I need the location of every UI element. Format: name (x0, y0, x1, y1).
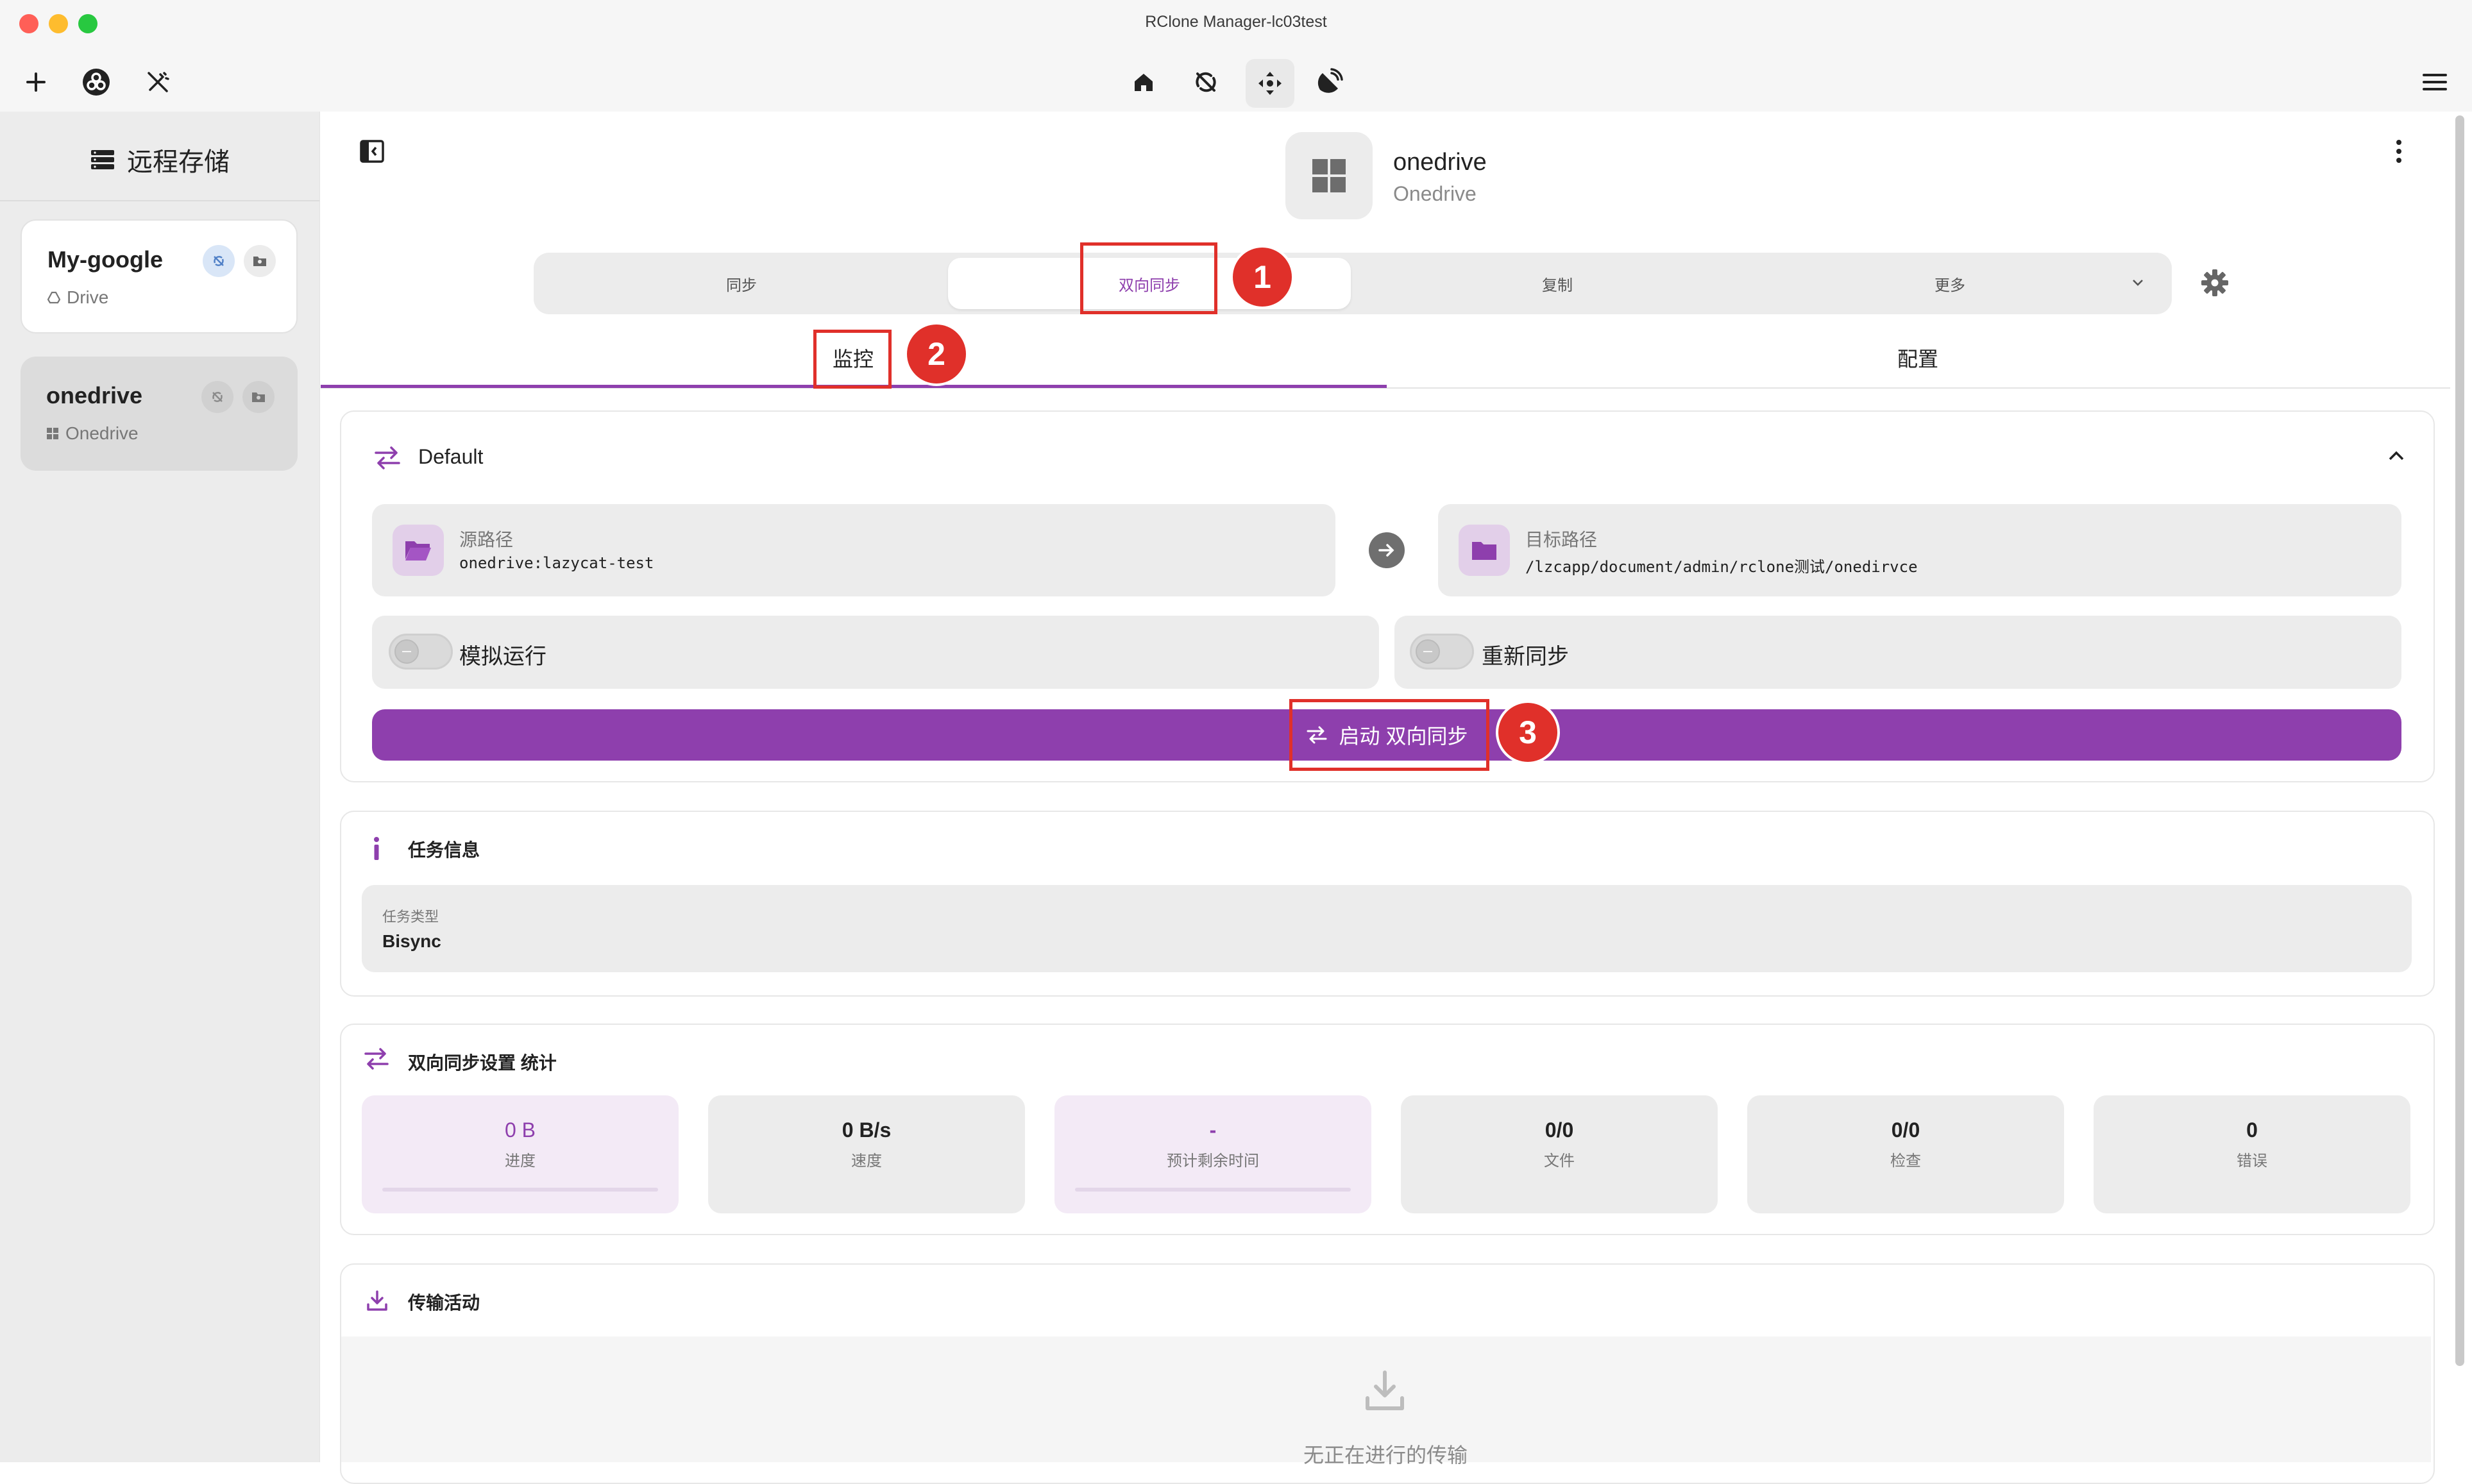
stat-label: 错误 (2237, 1152, 2267, 1170)
mount-folder-icon[interactable] (242, 381, 275, 413)
source-label: 源路径 (459, 530, 514, 550)
stat-value: 0 B (504, 1118, 536, 1142)
tab-sync[interactable]: 同步 (538, 253, 945, 314)
progress-bar (382, 1188, 658, 1192)
stat-label: 文件 (1544, 1152, 1575, 1170)
download-empty-icon (1362, 1369, 1407, 1413)
more-vertical-icon[interactable] (2391, 137, 2407, 165)
tab-config[interactable]: 配置 (1385, 328, 2450, 387)
remote-type: Drive (47, 287, 108, 308)
tab-copy[interactable]: 复制 (1353, 253, 1761, 314)
toolbar (0, 53, 2472, 112)
dry-run-toggle[interactable] (389, 634, 453, 670)
eta-bar (1075, 1188, 1351, 1192)
transfers-empty-text: 无正在进行的传输 (1303, 1444, 1468, 1467)
folder-open-icon (393, 525, 444, 576)
satellite-icon[interactable] (1308, 62, 1350, 103)
sync-off-icon[interactable] (1185, 62, 1226, 103)
sync-status-icon[interactable] (203, 245, 235, 277)
sidebar-header: 远程存储 (0, 137, 319, 182)
resync-toggle[interactable] (1410, 634, 1474, 670)
stat-checks: 0/0 检查 (1747, 1095, 2064, 1213)
stats-title: 双向同步设置 统计 (408, 1053, 557, 1073)
stat-progress: 0 B 进度 (362, 1095, 679, 1213)
folder-icon (1459, 525, 1510, 576)
arrow-right-icon (1369, 532, 1405, 568)
dest-label: 目标路径 (1525, 530, 1598, 550)
dry-run-label: 模拟运行 (459, 645, 546, 669)
swap-icon (373, 445, 402, 471)
remote-name: onedrive (46, 382, 143, 409)
job-type-field (362, 885, 2412, 972)
hamburger-menu-icon[interactable] (2414, 62, 2455, 103)
remote-logo (1285, 132, 1373, 219)
window-title: RClone Manager-lc03test (1145, 13, 1327, 31)
chevron-up-icon[interactable] (2386, 448, 2407, 463)
remote-type: Onedrive (46, 423, 139, 444)
drive-icon (47, 291, 60, 304)
stat-value: 0 (2246, 1118, 2258, 1142)
divider (0, 200, 319, 201)
annotation-badge-3: 3 (1498, 703, 1557, 762)
job-type-label: 任务类型 (382, 909, 439, 925)
windows-icon (47, 428, 58, 439)
stat-value: 0/0 (1545, 1118, 1574, 1142)
sync-status-icon[interactable] (201, 381, 233, 413)
stat-files: 0/0 文件 (1401, 1095, 1718, 1213)
remote-subtitle: Onedrive (1393, 182, 1477, 205)
rclone-logo-icon[interactable] (76, 62, 117, 103)
annotation-badge-2: 2 (907, 325, 966, 384)
stat-label: 检查 (1890, 1152, 1921, 1170)
plus-icon[interactable] (15, 62, 56, 103)
scrollbar-thumb[interactable] (2455, 115, 2464, 1366)
annotation-box-3 (1289, 699, 1489, 771)
move-icon[interactable] (1246, 59, 1294, 108)
window-titlebar: RClone Manager-lc03test (0, 0, 2472, 53)
job-type-value: Bisync (382, 931, 441, 951)
mount-folder-icon[interactable] (244, 245, 276, 277)
transfers-title: 传输活动 (408, 1293, 480, 1313)
remote-card-my-google[interactable]: My-google Drive (21, 219, 298, 333)
stat-errors: 0 错误 (2094, 1095, 2410, 1213)
dest-path: /lzcapp/document/admin/rclone测试/onedirvc… (1525, 558, 1918, 576)
info-icon (372, 836, 381, 861)
job-info-title: 任务信息 (408, 840, 480, 860)
annotation-badge-1: 1 (1233, 248, 1292, 307)
collapse-sidebar-icon[interactable] (359, 139, 385, 164)
source-path: onedrive:lazycat-test (459, 554, 654, 572)
stat-label: 预计剩余时间 (1167, 1152, 1259, 1170)
annotation-box-1 (1080, 242, 1217, 314)
stat-value: - (1209, 1118, 1217, 1142)
job-profile-name: Default (418, 445, 484, 468)
storage-icon (91, 150, 114, 169)
wand-off-icon[interactable] (137, 62, 178, 103)
stat-speed: 0 B/s 速度 (708, 1095, 1025, 1213)
annotation-box-2 (813, 330, 892, 389)
remote-card-onedrive[interactable]: onedrive Onedrive (21, 357, 298, 471)
remote-title: onedrive (1393, 149, 1487, 176)
download-icon (366, 1289, 389, 1312)
stat-label: 进度 (505, 1152, 536, 1170)
home-icon[interactable] (1123, 62, 1164, 103)
stat-eta: - 预计剩余时间 (1054, 1095, 1371, 1213)
sidebar: 远程存储 My-google Drive onedrive Onedrive (0, 112, 320, 1462)
stat-label: 速度 (851, 1152, 882, 1170)
sidebar-title: 远程存储 (127, 148, 230, 176)
tab-more[interactable]: 更多 (1764, 253, 2136, 314)
swap-icon (363, 1047, 390, 1071)
source-path-box[interactable] (372, 504, 1335, 596)
chevron-down-icon[interactable] (2129, 276, 2146, 289)
resync-label: 重新同步 (1482, 645, 1569, 669)
gear-icon[interactable] (2199, 267, 2231, 299)
remote-name: My-google (47, 246, 163, 273)
windows-icon (1312, 159, 1346, 192)
stat-value: 0 B/s (842, 1118, 892, 1142)
stat-value: 0/0 (1891, 1118, 1920, 1142)
